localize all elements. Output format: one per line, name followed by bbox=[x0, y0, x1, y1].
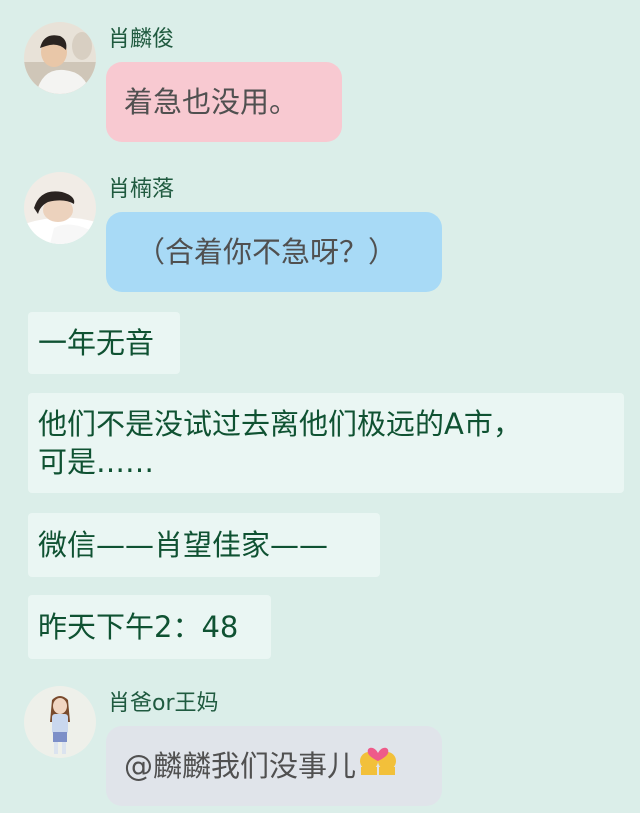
narration-text: 昨天下午2：48 bbox=[38, 610, 239, 644]
message-text: @麟麟我们没事儿 bbox=[124, 749, 357, 783]
sender-name: 肖爸or王妈 bbox=[108, 691, 219, 716]
sender-name: 肖麟俊 bbox=[108, 27, 175, 52]
girl-illustration-avatar bbox=[24, 686, 96, 758]
avatar-xiao-nanluo[interactable] bbox=[24, 172, 96, 244]
narration-text: 微信——肖望佳家—— bbox=[38, 528, 329, 562]
message-bubble[interactable]: （合着你不急呀？） bbox=[106, 212, 442, 292]
narration-block: 昨天下午2：48 bbox=[28, 595, 271, 659]
narration-text: 可是…… bbox=[38, 445, 155, 479]
narration-block: 一年无音 bbox=[28, 312, 180, 374]
sender-name: 肖楠落 bbox=[108, 177, 175, 202]
narration-block: 他们不是没试过去离他们极远的A市， 可是…… bbox=[28, 393, 624, 493]
narration-text: 他们不是没试过去离他们极远的A市， bbox=[38, 407, 522, 441]
message-text: 着急也没用。 bbox=[124, 85, 299, 119]
couple-with-heart-emoji bbox=[358, 725, 398, 805]
man-lying-down-avatar bbox=[24, 172, 96, 244]
narration-block: 微信——肖望佳家—— bbox=[28, 513, 380, 577]
avatar-xiao-linjun[interactable] bbox=[24, 22, 96, 94]
narration-text: 一年无音 bbox=[38, 326, 155, 360]
message-bubble[interactable]: @麟麟我们没事儿 bbox=[106, 726, 442, 806]
avatar-xiao-ba-wang-ma[interactable] bbox=[24, 686, 96, 758]
man-resting-avatar bbox=[24, 22, 96, 94]
message-bubble[interactable]: 着急也没用。 bbox=[106, 62, 342, 142]
message-text: （合着你不急呀？） bbox=[136, 235, 398, 269]
